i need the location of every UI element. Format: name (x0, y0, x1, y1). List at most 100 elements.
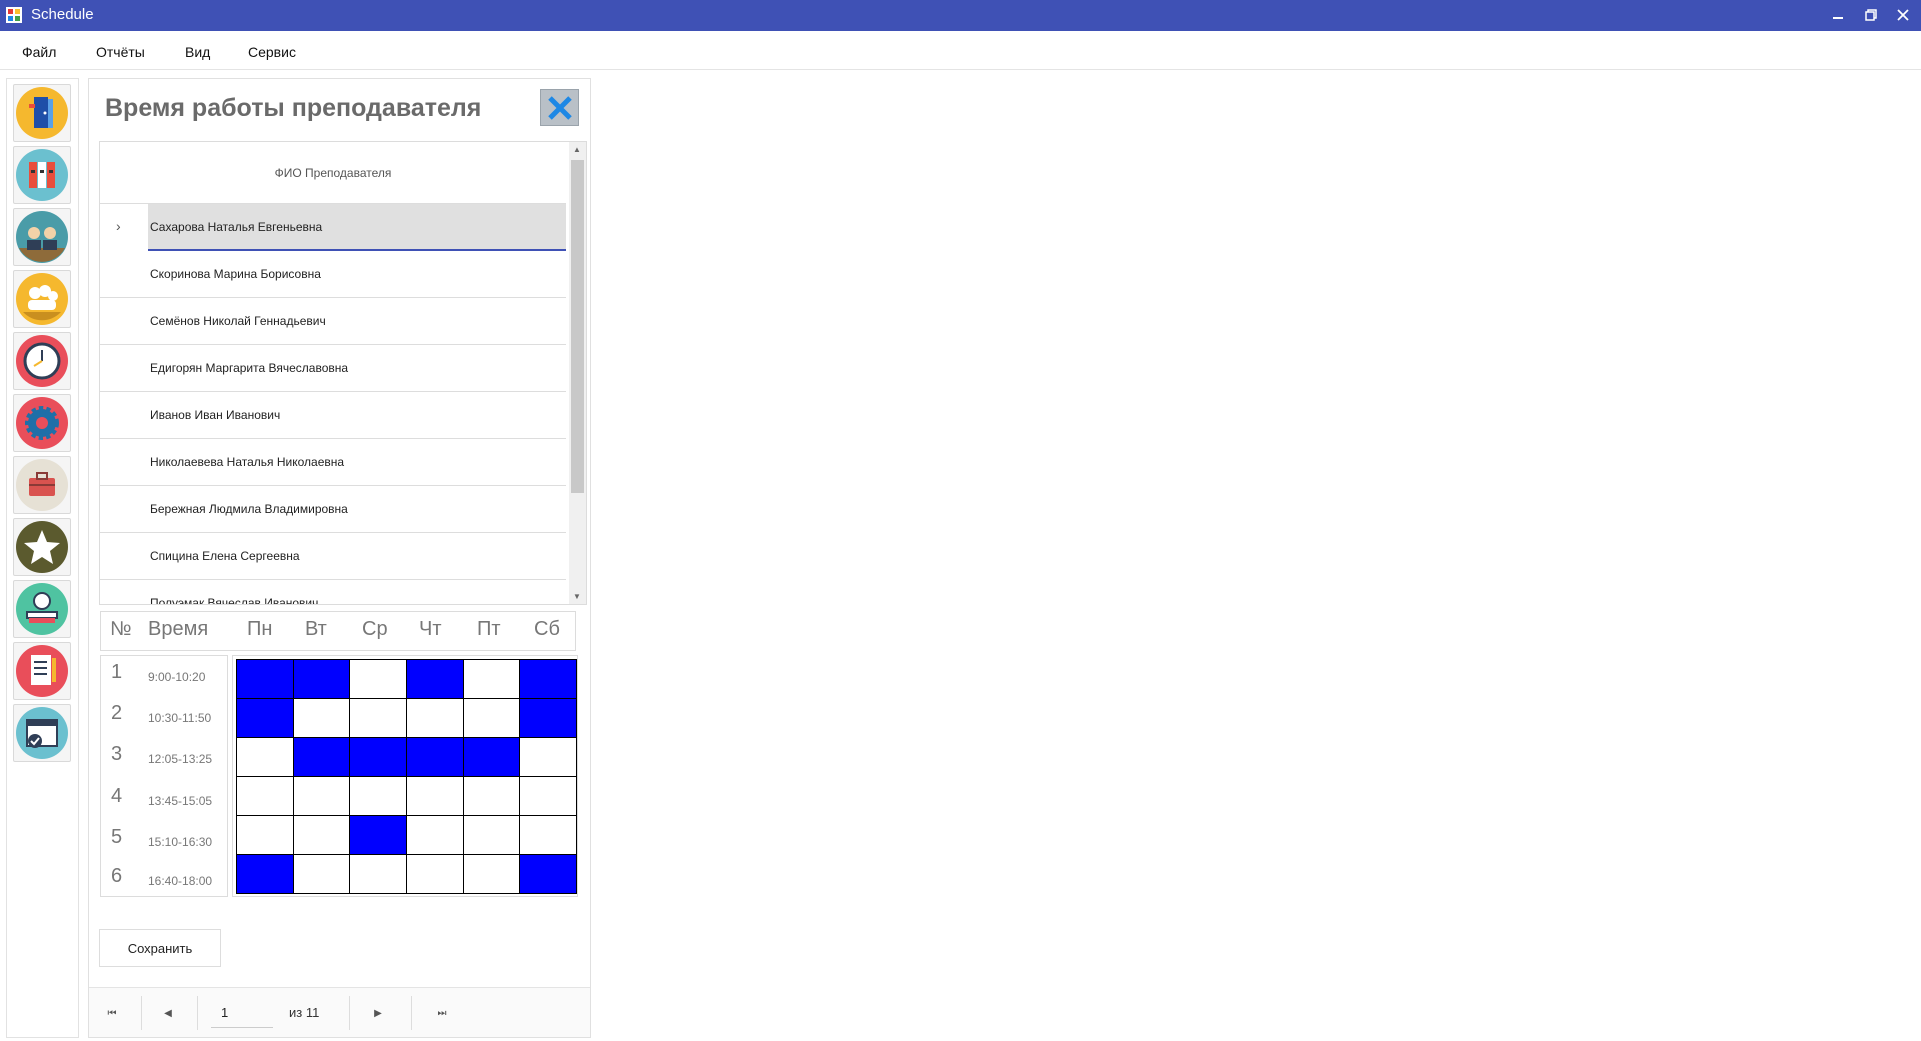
schedule-cell-busy[interactable] (236, 659, 294, 699)
schedule-cell-free[interactable] (349, 698, 407, 738)
schedule-cell-busy[interactable] (519, 698, 577, 738)
schedule-cell-free[interactable] (519, 815, 577, 855)
sidebar-item-subjects[interactable] (13, 146, 71, 204)
sidebar-item-favorites[interactable] (13, 518, 71, 576)
schedule-cell-busy[interactable] (405, 737, 464, 777)
record-count: из 11 (289, 1005, 320, 1020)
day-label: Чт (419, 618, 442, 640)
window-title: Schedule (31, 6, 94, 23)
checklist-icon (16, 645, 68, 697)
menu-bar: Файл Отчёты Вид Сервис (0, 35, 1921, 70)
restore-button[interactable] (1860, 4, 1882, 26)
minimize-button[interactable] (1827, 4, 1849, 26)
schedule-cell-busy[interactable] (292, 659, 351, 699)
grid-column-header[interactable]: ФИО Преподавателя (100, 142, 566, 204)
minimize-icon (1833, 17, 1843, 19)
slot-number: 2 (111, 702, 123, 724)
schedule-cell-free[interactable] (462, 815, 521, 855)
slot-number: 4 (111, 785, 123, 807)
sidebar-item-schedule[interactable] (13, 704, 71, 762)
sidebar-item-teachers[interactable] (13, 208, 71, 266)
schedule-cell-free[interactable] (236, 776, 294, 816)
last-icon: ⏭ (437, 1007, 447, 1019)
sidebar-item-reports[interactable] (13, 642, 71, 700)
table-row[interactable]: Спицина Елена Сергеевна (100, 533, 566, 580)
slot-time: 12:05-13:25 (148, 752, 213, 766)
record-navigator: ⏮ ◀ из 11 ▶ ⏭ (89, 987, 590, 1037)
prev-icon: ◀ (164, 1007, 172, 1019)
scroll-up-icon[interactable]: ▲ (573, 145, 581, 154)
schedule-cell-free[interactable] (349, 659, 407, 699)
table-row[interactable]: Бережная Людмила Владимировна (100, 486, 566, 533)
prev-record-button[interactable]: ◀ (145, 988, 191, 1038)
schedule-cell-free[interactable] (462, 776, 521, 816)
sidebar-item-time[interactable] (13, 332, 71, 390)
table-row[interactable]: Едигорян Маргарита Вячеславовна (100, 345, 566, 392)
schedule-grid (232, 655, 578, 897)
menu-service[interactable]: Сервис (248, 44, 296, 60)
schedule-cell-busy[interactable] (462, 737, 521, 777)
schedule-cell-free[interactable] (292, 815, 351, 855)
day-label: Вт (305, 618, 327, 640)
table-row[interactable]: Полуэмак Вячеслав Иванович (100, 580, 566, 604)
sidebar-item-groups[interactable] (13, 270, 71, 328)
first-record-button[interactable]: ⏮ (89, 988, 135, 1038)
schedule-cell-free[interactable] (462, 659, 521, 699)
schedule-cell-free[interactable] (349, 776, 407, 816)
menu-file[interactable]: Файл (22, 44, 56, 60)
schedule-cell-busy[interactable] (236, 698, 294, 738)
last-record-button[interactable]: ⏭ (419, 988, 465, 1038)
schedule-cell-free[interactable] (236, 815, 294, 855)
record-number-input[interactable] (211, 998, 273, 1028)
schedule-time-label: Время (148, 618, 209, 640)
sidebar-item-students[interactable] (13, 580, 71, 638)
schedule-cell-free[interactable] (292, 854, 351, 894)
scrollbar-thumb[interactable] (571, 160, 584, 493)
sidebar-item-settings[interactable] (13, 394, 71, 452)
schedule-cell-free[interactable] (462, 698, 521, 738)
schedule-cell-free[interactable] (462, 854, 521, 894)
teachers-icon (16, 211, 68, 263)
close-window-button[interactable] (1892, 4, 1914, 26)
sidebar (6, 78, 79, 1038)
menu-reports[interactable]: Отчёты (96, 44, 145, 60)
sidebar-item-classrooms[interactable] (13, 84, 71, 142)
schedule-cell-busy[interactable] (519, 659, 577, 699)
day-label: Пн (247, 618, 273, 640)
table-row[interactable]: Николаевева Наталья Николаевна (100, 439, 566, 486)
schedule-cell-busy[interactable] (405, 659, 464, 699)
sidebar-item-work[interactable] (13, 456, 71, 514)
schedule-cell-free[interactable] (405, 698, 464, 738)
schedule-cell-free[interactable] (236, 737, 294, 777)
scroll-down-icon[interactable]: ▼ (573, 592, 581, 601)
schedule-cell-free[interactable] (405, 776, 464, 816)
schedule-cell-free[interactable] (292, 776, 351, 816)
table-row[interactable]: Скоринова Марина Борисовна (100, 251, 566, 298)
schedule-cell-busy[interactable] (236, 854, 294, 894)
nav-divider (349, 996, 350, 1030)
schedule-cell-free[interactable] (349, 854, 407, 894)
teacher-name: Николаевева Наталья Николаевна (150, 455, 345, 469)
next-record-button[interactable]: ▶ (355, 988, 401, 1038)
schedule-cell-free[interactable] (405, 854, 464, 894)
schedule-cell-busy[interactable] (349, 737, 407, 777)
save-button[interactable]: Сохранить (99, 929, 221, 967)
schedule-slots: 1 9:00-10:20 2 10:30-11:50 3 12:05-13:25 4 13:4… (100, 655, 228, 897)
schedule-cell-free[interactable] (405, 815, 464, 855)
table-row[interactable]: › Сахарова Наталья Евгеньевна (100, 204, 566, 251)
menu-view[interactable]: Вид (185, 44, 210, 60)
schedule-cell-busy[interactable] (349, 815, 407, 855)
schedule-cell-busy[interactable] (519, 854, 577, 894)
vertical-scrollbar[interactable]: ▲ ▼ (569, 142, 586, 604)
table-row[interactable]: Иванов Иван Иванович (100, 392, 566, 439)
schedule-cell-free[interactable] (519, 776, 577, 816)
slot-time: 16:40-18:00 (148, 874, 213, 888)
schedule-cell-free[interactable] (519, 737, 577, 777)
teacher-name: Бережная Людмила Владимировна (150, 502, 348, 516)
next-icon: ▶ (374, 1007, 382, 1019)
close-panel-button[interactable] (540, 89, 579, 126)
schedule-cell-free[interactable] (292, 698, 351, 738)
schedule-row (236, 776, 577, 816)
schedule-cell-busy[interactable] (292, 737, 351, 777)
table-row[interactable]: Семёнов Николай Геннадьевич (100, 298, 566, 345)
